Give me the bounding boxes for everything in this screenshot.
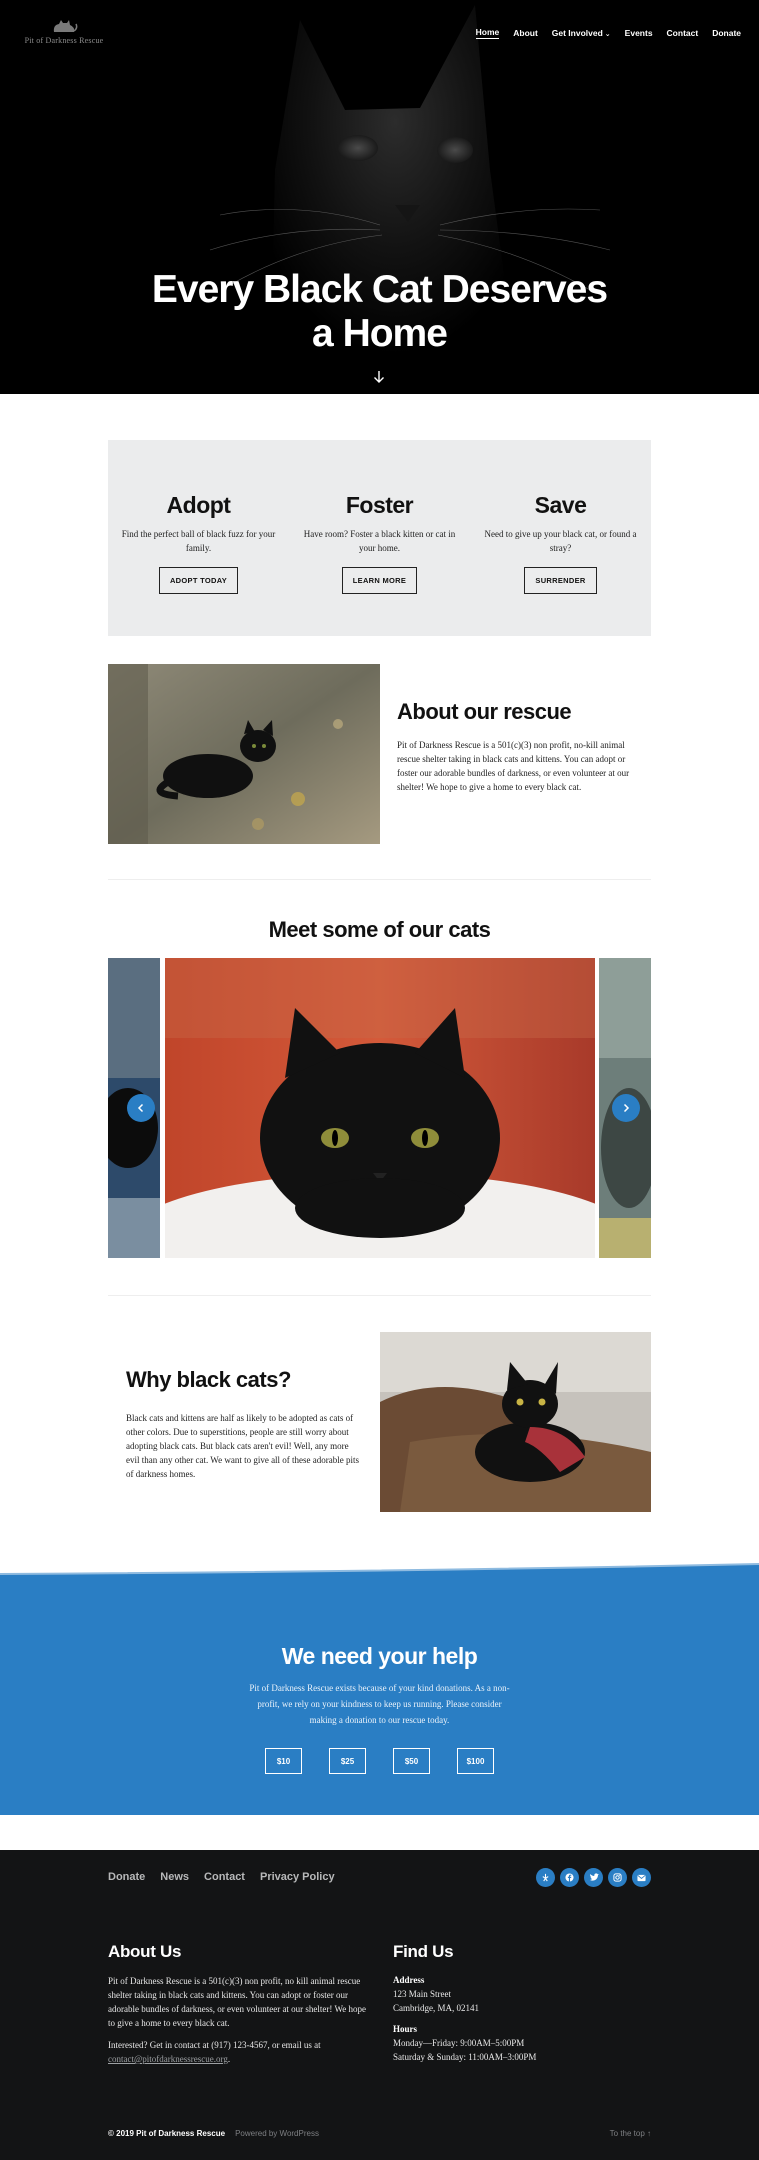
hours-line1: Monday—Friday: 9:00AM–5:00PM <box>393 2038 525 2048</box>
nav-donate[interactable]: Donate <box>712 28 741 38</box>
footer-contact-text: Interested? Get in contact at (917) 123-… <box>108 2038 373 2066</box>
carousel-slide-active <box>165 958 595 1258</box>
address-label: Address <box>393 1975 425 1985</box>
chevron-right-icon <box>623 1103 630 1113</box>
yelp-icon[interactable] <box>536 1868 555 1887</box>
help-text: Pit of Darkness Rescue exists because of… <box>249 1683 510 1725</box>
contact-email-link[interactable]: contact@pitofdarknessrescue.org <box>108 2054 228 2064</box>
about-kitten-image <box>108 664 380 844</box>
footer-find-title: Find Us <box>393 1942 454 1961</box>
carousel-next-button[interactable] <box>612 1094 640 1122</box>
instagram-icon[interactable] <box>608 1868 627 1887</box>
surrender-button[interactable]: SURRENDER <box>524 567 597 594</box>
footer-nav-contact[interactable]: Contact <box>204 1871 245 1883</box>
main-nav: Home About Get Involved ⌄ Events Contact … <box>475 27 741 39</box>
help-wave <box>0 1563 759 1584</box>
why-text: Black cats and kittens are half as likel… <box>126 1413 360 1479</box>
site-name: Pit of Darkness Rescue <box>24 36 104 45</box>
donate-amounts: $10 $25 $50 $100 <box>0 1748 759 1774</box>
hero-title-line2: a Home <box>312 312 448 355</box>
service-title: Save <box>534 492 587 518</box>
nav-events[interactable]: Events <box>625 28 653 38</box>
hours-label: Hours <box>393 2024 418 2034</box>
hero-title-line1: Every Black Cat Deserves <box>151 268 608 311</box>
cats-title: Meet some of our cats <box>268 917 491 942</box>
about-section: About our rescue Pit of Darkness Rescue … <box>397 698 632 794</box>
site-footer: Donate News Contact Privacy Policy About… <box>0 1850 759 2160</box>
facebook-icon[interactable] <box>560 1868 579 1887</box>
cat-logo-icon <box>53 20 78 32</box>
service-adopt: Adopt Find the perfect ball of black fuz… <box>108 440 289 636</box>
powered-by-link[interactable]: Powered by WordPress <box>235 2129 319 2138</box>
carousel-prev-button[interactable] <box>127 1094 155 1122</box>
footer-about-text: Pit of Darkness Rescue is a 501(c)(3) no… <box>108 1976 367 2028</box>
contact-end: . <box>227 2054 231 2064</box>
to-the-top-link[interactable]: To the top ↑ <box>610 2129 651 2138</box>
donate-25-button[interactable]: $25 <box>329 1748 366 1774</box>
learn-more-button[interactable]: LEARN MORE <box>341 567 418 594</box>
footer-nav: Donate News Contact Privacy Policy <box>108 1871 335 1883</box>
footer-about-title: About Us <box>108 1942 182 1961</box>
hours-line2: Saturday & Sunday: 11:00AM–3:00PM <box>393 2052 537 2062</box>
service-text: Need to give up your black cat, or found… <box>484 529 637 553</box>
nav-get-involved[interactable]: Get Involved ⌄ <box>552 28 611 38</box>
service-text: Find the perfect ball of black fuzz for … <box>121 529 276 553</box>
nav-home[interactable]: Home <box>475 27 500 39</box>
contact-sentence: Interested? Get in contact at (917) 123-… <box>108 2040 321 2050</box>
footer-nav-privacy[interactable]: Privacy Policy <box>260 1871 335 1883</box>
address-line2: Cambridge, MA, 02141 <box>393 2003 479 2013</box>
site-logo[interactable]: Pit of Darkness Rescue <box>24 18 104 45</box>
services-panel: Adopt Find the perfect ball of black fuz… <box>108 440 651 636</box>
donate-50-button[interactable]: $50 <box>393 1748 430 1774</box>
service-title: Adopt <box>166 492 231 518</box>
about-text: Pit of Darkness Rescue is a 501(c)(3) no… <box>397 740 630 792</box>
arrow-down-icon[interactable] <box>372 370 386 384</box>
nav-get-involved-label: Get Involved <box>551 28 603 38</box>
twitter-icon[interactable] <box>584 1868 603 1887</box>
copyright: © 2019 Pit of Darkness Rescue <box>108 2129 226 2138</box>
donate-10-button[interactable]: $10 <box>265 1748 302 1774</box>
nav-contact[interactable]: Contact <box>667 28 699 38</box>
adopt-today-button[interactable]: ADOPT TODAY <box>158 567 239 594</box>
help-title: We need your help <box>281 1643 478 1669</box>
why-section: Why black cats? Black cats and kittens a… <box>126 1366 362 1481</box>
footer-find-us: Find Us Address 123 Main Street Cambridg… <box>393 1942 643 2064</box>
about-title: About our rescue <box>397 699 572 724</box>
footer-about: About Us Pit of Darkness Rescue is a 501… <box>108 1942 373 2066</box>
cats-carousel[interactable] <box>108 958 651 1258</box>
divider <box>108 879 651 880</box>
hero-title: Every Black Cat Deserves a Home <box>0 268 759 356</box>
donate-100-button[interactable]: $100 <box>457 1748 494 1774</box>
chevron-down-icon: ⌄ <box>604 31 611 38</box>
social-links <box>536 1868 651 1887</box>
service-foster: Foster Have room? Foster a black kitten … <box>289 440 470 636</box>
nav-about[interactable]: About <box>513 28 538 38</box>
service-title: Foster <box>345 492 414 518</box>
service-text: Have room? Foster a black kitten or cat … <box>303 529 456 553</box>
footer-nav-donate[interactable]: Donate <box>108 1871 145 1883</box>
footer-bottom: © 2019 Pit of Darkness Rescue Powered by… <box>108 2129 651 2138</box>
hero-section: Pit of Darkness Rescue Home About Get In… <box>0 0 759 394</box>
service-save: Save Need to give up your black cat, or … <box>470 440 651 636</box>
divider <box>108 1295 651 1296</box>
why-cat-image <box>380 1332 651 1512</box>
donate-section: We need your help Pit of Darkness Rescue… <box>0 1582 759 1815</box>
address-line1: 123 Main Street <box>393 1989 451 1999</box>
chevron-left-icon <box>137 1103 144 1113</box>
email-icon[interactable] <box>632 1868 651 1887</box>
footer-nav-news[interactable]: News <box>160 1871 189 1883</box>
why-title: Why black cats? <box>126 1367 291 1392</box>
